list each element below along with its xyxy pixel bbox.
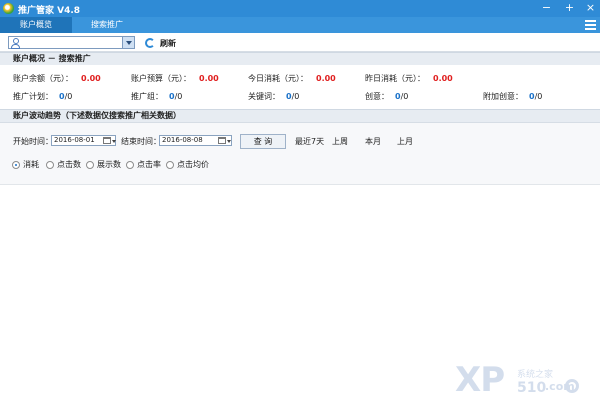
period-last-7-days[interactable]: 最近7天 [295, 136, 324, 148]
refresh-icon[interactable] [145, 38, 155, 48]
radio-label-clicks[interactable]: 点击数 [57, 160, 81, 170]
radio-cost[interactable] [12, 161, 20, 169]
account-select[interactable] [8, 36, 135, 49]
group-count: 推广组： 0/0 [131, 92, 183, 101]
today-cost-metric: 今日消耗（元）： 0.00 [248, 74, 336, 83]
end-date-label: 结束时间： [121, 137, 161, 146]
dropdown-arrow-icon[interactable] [112, 140, 116, 143]
trend-section-title: 账户波动趋势（下述数据仅搜索推广相关数据） [0, 109, 600, 123]
title-bar: 推广管家 V4.8 − + × [0, 0, 600, 17]
menu-icon[interactable] [585, 20, 596, 30]
yesterday-cost-metric: 昨日消耗（元）： 0.00 [365, 74, 453, 83]
radio-label-avg-cpc[interactable]: 点击均价 [177, 160, 209, 170]
overview-section-title: 账户概况 － 搜索推广 [0, 52, 600, 66]
radio-label-ctr[interactable]: 点击率 [137, 160, 161, 170]
chevron-down-icon[interactable] [122, 37, 134, 48]
query-button[interactable]: 查 询 [240, 134, 286, 149]
creative-count: 创意： 0/0 [365, 92, 409, 101]
start-date-label: 开始时间： [13, 137, 53, 146]
app-title: 推广管家 V4.8 [18, 6, 81, 16]
balance-metric: 账户余额（元）： 0.00 [13, 74, 101, 83]
watermark-suffix: .com [545, 380, 575, 393]
watermark-number: 510 [517, 380, 547, 396]
period-last-month[interactable]: 上月 [397, 136, 413, 148]
period-last-week[interactable]: 上周 [332, 136, 348, 148]
main-tabs: 账户概览 搜索推广 [0, 17, 600, 33]
tab-search-promotion[interactable]: 搜索推广 [72, 17, 142, 33]
maximize-button[interactable]: + [562, 1, 577, 16]
toolbar: 刷新 [0, 33, 600, 52]
budget-metric: 账户预算（元）： 0.00 [131, 74, 219, 83]
plan-count: 推广计划： 0/0 [13, 92, 73, 101]
app-logo-icon [3, 3, 14, 14]
radio-ctr[interactable] [126, 161, 134, 169]
calendar-icon[interactable] [218, 137, 226, 144]
dropdown-arrow-icon[interactable] [227, 140, 231, 143]
user-icon [11, 38, 20, 49]
watermark-site: 系统之家 [517, 370, 554, 380]
period-this-month[interactable]: 本月 [365, 136, 381, 148]
extra-creative-count: 附加创意： 0/0 [483, 92, 543, 101]
tab-account-overview[interactable]: 账户概览 [0, 17, 72, 33]
minimize-button[interactable]: − [539, 1, 554, 16]
radio-label-cost[interactable]: 消耗 [23, 160, 39, 170]
refresh-button[interactable]: 刷新 [160, 38, 176, 49]
close-button[interactable]: × [583, 1, 598, 16]
radio-label-impressions[interactable]: 展示数 [97, 160, 121, 170]
calendar-icon[interactable] [103, 137, 111, 144]
radio-clicks[interactable] [46, 161, 54, 169]
watermark-brand: XP [455, 360, 505, 400]
site-watermark: XP 系统之家 510 .com [455, 360, 591, 404]
radio-avg-cpc[interactable] [166, 161, 174, 169]
keyword-count: 关键词： 0/0 [248, 92, 300, 101]
trend-panel [0, 123, 600, 184]
radio-impressions[interactable] [86, 161, 94, 169]
overview-panel: 账户余额（元）： 0.00 账户预算（元）： 0.00 今日消耗（元）： 0.00 昨… [0, 65, 600, 107]
